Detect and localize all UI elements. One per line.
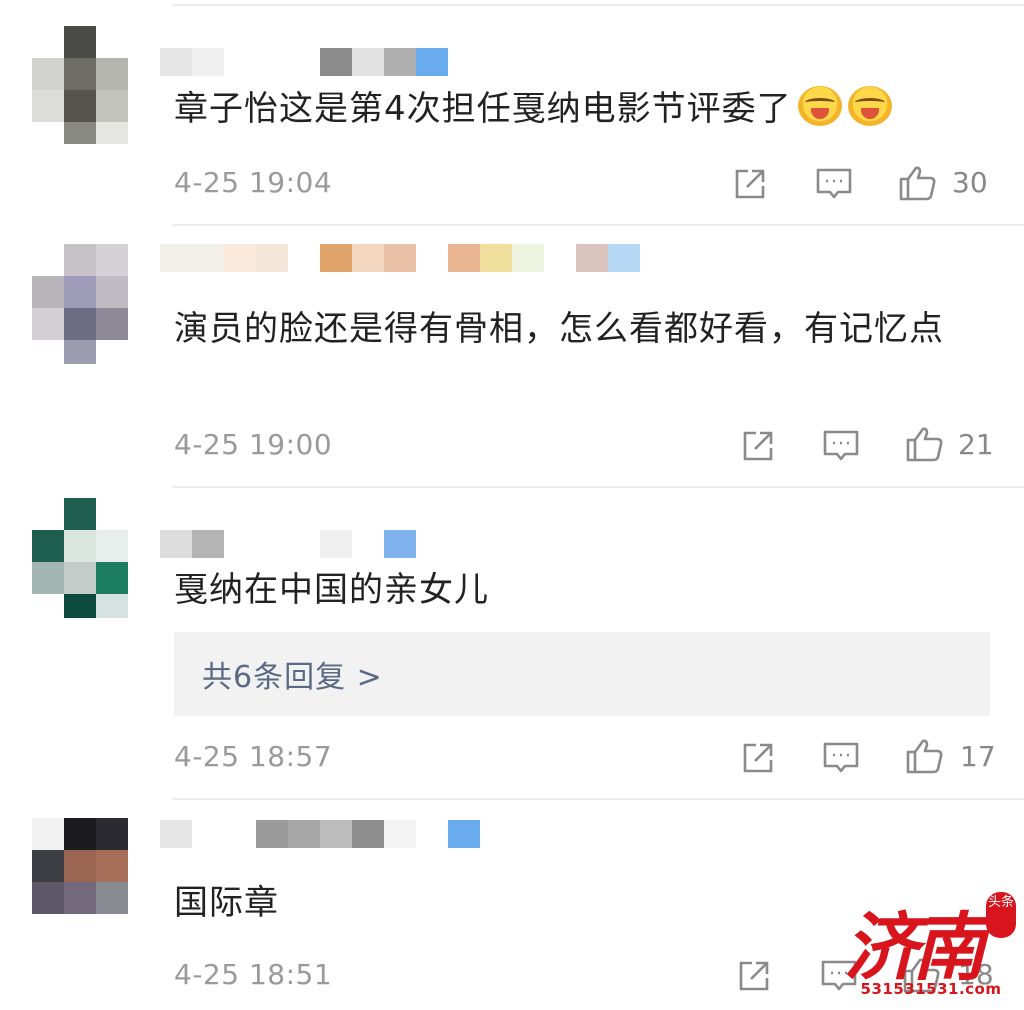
comment-time: 4-25 18:57 [174, 740, 333, 773]
share-icon[interactable] [736, 958, 772, 994]
comment-text: 演员的脸还是得有骨相，怎么看都好看，有记忆点 [174, 309, 944, 349]
comment-time: 4-25 19:00 [174, 428, 333, 461]
thumbs-up-icon[interactable] [898, 164, 938, 202]
avatar[interactable] [32, 498, 128, 618]
like-count: 17 [960, 740, 996, 773]
share-icon[interactable] [732, 166, 768, 202]
divider [172, 798, 1024, 800]
thumbs-up-icon[interactable] [905, 425, 945, 463]
comment-text: 章子怡这是第4次担任戛纳电影节评委了 [174, 82, 974, 136]
username-blurred[interactable] [160, 820, 490, 848]
comment-time: 4-25 19:04 [174, 166, 333, 199]
share-icon[interactable] [740, 428, 776, 464]
avatar[interactable] [32, 818, 128, 938]
crying-laughing-emoji-icon [847, 86, 892, 126]
comment-icon[interactable] [822, 740, 860, 776]
comment-icon[interactable] [815, 166, 853, 202]
share-icon[interactable] [740, 740, 776, 776]
username-blurred[interactable] [160, 244, 650, 272]
avatar[interactable] [32, 244, 128, 364]
username-blurred[interactable] [160, 530, 420, 558]
watermark-brand: 济南 [844, 905, 986, 991]
thumbs-up-icon[interactable] [905, 737, 945, 775]
crying-laughing-emoji-icon [797, 86, 842, 126]
watermark-badge: 头条 [986, 892, 1016, 938]
avatar[interactable] [32, 26, 128, 146]
like-count: 30 [952, 166, 988, 199]
comment-text: 戛纳在中国的亲女儿 [174, 570, 489, 610]
comment-icon[interactable] [822, 428, 860, 464]
replies-link[interactable]: 共6条回复 > [174, 632, 990, 716]
username-blurred[interactable] [160, 48, 460, 76]
watermark-url: 531531531.com [860, 980, 1002, 998]
like-count: 21 [958, 428, 994, 461]
replies-label: 共6条回复 > [202, 660, 383, 695]
comment-time: 4-25 18:51 [174, 958, 333, 991]
divider [172, 224, 1024, 226]
divider-top [172, 4, 1024, 6]
watermark-logo: 济南 头条 531531531.com [838, 888, 1024, 1006]
divider [172, 486, 1024, 488]
